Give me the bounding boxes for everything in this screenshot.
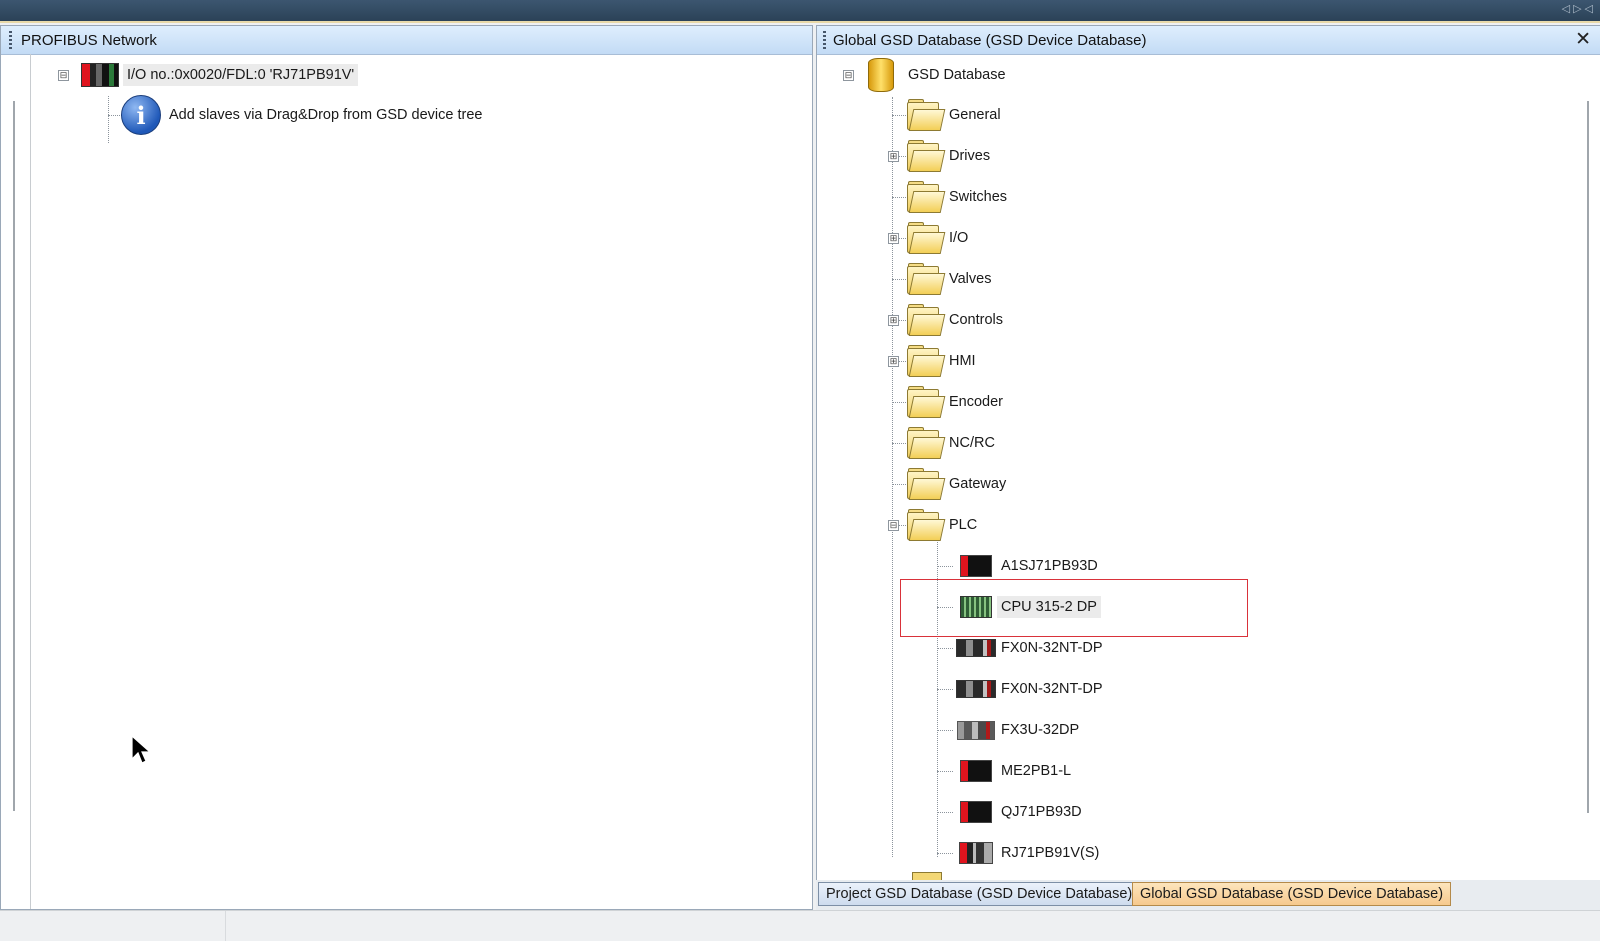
profibus-network-header: PROFIBUS Network — [1, 26, 812, 55]
tree-line — [937, 853, 953, 854]
tree-row-folder[interactable]: ⊞NC/RC — [888, 423, 999, 463]
folder-icon — [905, 181, 946, 213]
folder-icon — [905, 386, 946, 418]
tab-strip: Project GSD Database (GSD Device Databas… — [816, 880, 1600, 910]
folder-label[interactable]: Controls — [945, 309, 1007, 331]
folder-label[interactable]: Switches — [945, 186, 1011, 208]
plc-device-icon — [956, 680, 996, 698]
device-label[interactable]: FX0N-32NT-DP — [997, 678, 1107, 700]
profibus-network-pane: PROFIBUS Network ⊟ I/O no.:0x0020/FDL:0 … — [0, 25, 813, 910]
pane-divider — [30, 54, 31, 909]
title-bar: ◁▷◁ — [0, 0, 1600, 23]
status-bar — [0, 910, 1600, 941]
plc-device-icon — [960, 801, 992, 823]
folder-icon — [905, 509, 946, 541]
right-scrollbar[interactable] — [1587, 101, 1589, 813]
folder-label[interactable]: HMI — [945, 350, 980, 372]
tree-row-folder[interactable]: ⊞ Controls — [888, 300, 1007, 340]
drag-grip-icon[interactable] — [9, 31, 12, 49]
folder-label[interactable]: Encoder — [945, 391, 1007, 413]
tree-row-device[interactable]: RJ71PB91V(S) — [955, 833, 1103, 873]
collapse-icon[interactable]: ⊟ — [888, 519, 899, 531]
mouse-cursor-icon — [131, 735, 152, 764]
device-label[interactable]: ME2PB1-L — [997, 760, 1075, 782]
folder-icon — [905, 222, 946, 254]
folder-icon — [905, 427, 946, 459]
expand-icon[interactable]: ⊞ — [888, 355, 899, 367]
device-label[interactable]: FX0N-32NT-DP — [997, 637, 1107, 659]
info-text: Add slaves via Drag&Drop from GSD device… — [169, 107, 483, 123]
plc-device-icon — [957, 720, 995, 740]
folder-icon — [905, 140, 946, 172]
gsd-root-label[interactable]: GSD Database — [904, 64, 1010, 86]
folder-label[interactable]: PLC — [945, 514, 981, 536]
master-node-label[interactable]: I/O no.:0x0020/FDL:0 'RJ71PB91V' — [123, 64, 359, 86]
tree-row-device[interactable]: QJ71PB93D — [955, 792, 1086, 832]
folder-label[interactable]: Drives — [945, 145, 994, 167]
device-label[interactable]: RJ71PB91V(S) — [997, 842, 1103, 864]
tree-row-gsd-root[interactable]: ⊟ GSD Database — [843, 55, 1010, 95]
plc-device-icon — [960, 760, 992, 782]
pane-title: PROFIBUS Network — [21, 32, 157, 49]
status-segment-divider — [225, 911, 226, 941]
selection-highlight-box — [900, 579, 1248, 637]
folder-label[interactable]: NC/RC — [945, 432, 999, 454]
tree-line — [937, 730, 953, 731]
tree-line — [108, 96, 109, 143]
tree-row-info: i Add slaves via Drag&Drop from GSD devi… — [121, 95, 487, 135]
expand-icon[interactable]: ⊞ — [888, 314, 899, 326]
folder-label[interactable]: Valves — [945, 268, 995, 290]
folder-label[interactable]: I/O — [945, 227, 972, 249]
plc-device-icon — [956, 639, 996, 657]
collapse-icon[interactable]: ⊟ — [58, 69, 69, 81]
collapse-icon[interactable]: ⊟ — [843, 69, 854, 81]
tree-row-folder[interactable]: ⊞Valves — [888, 259, 995, 299]
expand-icon[interactable]: ⊞ — [888, 232, 899, 244]
pane-title: Global GSD Database (GSD Device Database… — [833, 32, 1147, 49]
plc-master-icon — [81, 63, 119, 87]
tree-row-folder[interactable]: ⊞Encoder — [888, 382, 1007, 422]
tree-row-folder[interactable]: ⊟ PLC — [888, 505, 981, 545]
tree-row-device[interactable]: ME2PB1-L — [955, 751, 1075, 791]
tree-row-device[interactable]: FX3U-32DP — [955, 710, 1083, 750]
tree-row-folder[interactable]: ⊞Switches — [888, 177, 1011, 217]
device-label[interactable]: A1SJ71PB93D — [997, 555, 1102, 577]
folder-label[interactable]: General — [945, 104, 1005, 126]
tree-row-folder[interactable]: ⊞General — [888, 95, 1005, 135]
folder-icon — [905, 99, 946, 131]
left-scrollbar[interactable] — [13, 101, 15, 811]
tree-line — [937, 771, 953, 772]
folder-icon — [905, 304, 946, 336]
folder-icon — [905, 468, 946, 500]
tree-line — [937, 689, 953, 690]
tree-row-folder[interactable]: ⊞ I/O — [888, 218, 972, 258]
window-arrows-icon[interactable]: ◁▷◁ — [1562, 2, 1596, 15]
tree-row-folder[interactable]: ⊞ HMI — [888, 341, 980, 381]
folder-icon — [905, 263, 946, 295]
folder-icon — [905, 345, 946, 377]
tree-row-master[interactable]: ⊟ I/O no.:0x0020/FDL:0 'RJ71PB91V' — [58, 55, 359, 95]
tab-global-gsd-database[interactable]: Global GSD Database (GSD Device Database… — [1132, 882, 1452, 906]
close-icon[interactable]: ✕ — [1575, 28, 1591, 51]
tree-line — [937, 566, 953, 567]
tab-project-gsd-database[interactable]: Project GSD Database (GSD Device Databas… — [818, 882, 1141, 906]
database-icon — [868, 58, 894, 92]
tree-line — [937, 812, 953, 813]
device-label[interactable]: FX3U-32DP — [997, 719, 1083, 741]
gsd-database-header: Global GSD Database (GSD Device Database… — [817, 26, 1600, 55]
device-label[interactable]: QJ71PB93D — [997, 801, 1086, 823]
plc-device-icon — [960, 555, 992, 577]
expand-icon[interactable]: ⊞ — [888, 150, 899, 162]
tree-row-folder[interactable]: ⊞ Drives — [888, 136, 994, 176]
tree-line — [108, 115, 122, 116]
tree-line — [937, 648, 953, 649]
info-icon: i — [121, 95, 161, 135]
plc-device-icon — [959, 842, 993, 864]
tree-row-folder[interactable]: ⊞Gateway — [888, 464, 1010, 504]
tree-row-device[interactable]: FX0N-32NT-DP — [955, 669, 1107, 709]
drag-grip-icon[interactable] — [823, 31, 826, 49]
folder-label[interactable]: Gateway — [945, 473, 1010, 495]
